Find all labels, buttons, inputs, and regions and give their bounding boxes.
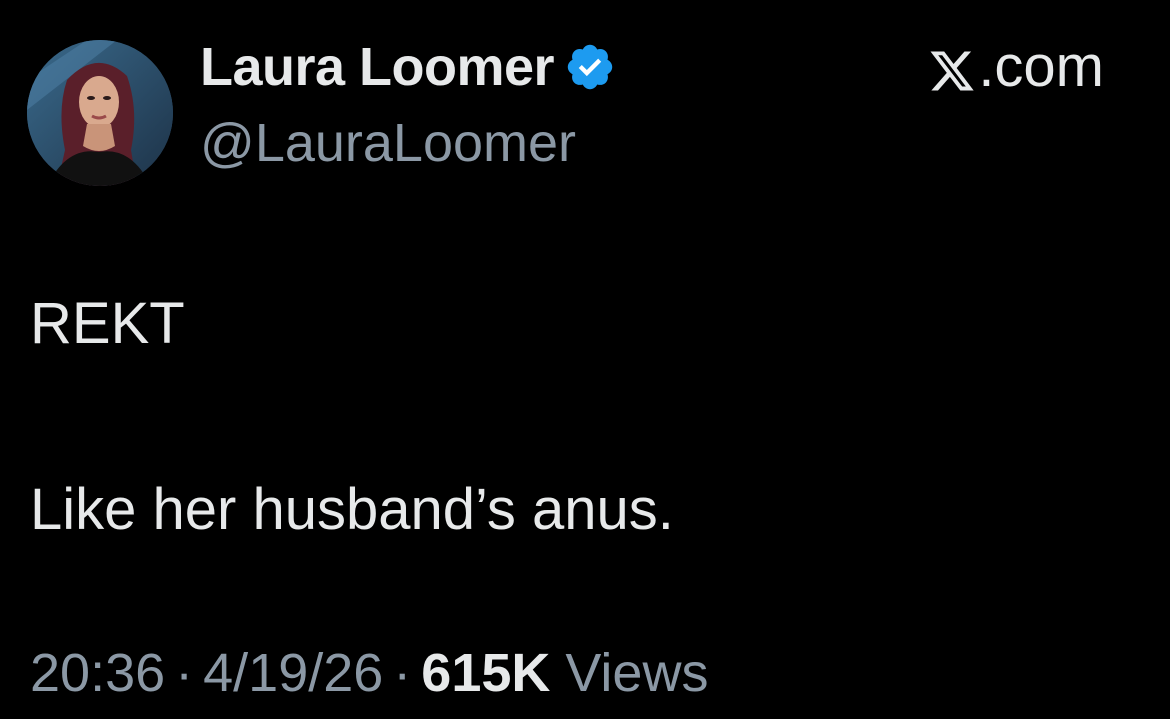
tweet-card: Laura Loomer @LauraLoomer .com REKT Like… <box>0 0 1170 719</box>
brand-watermark: .com <box>928 33 1104 99</box>
meta-separator: · <box>175 643 194 703</box>
verified-badge-icon[interactable] <box>564 41 616 93</box>
display-name-row[interactable]: Laura Loomer <box>200 32 616 102</box>
tweet-date[interactable]: 4/19/26 <box>203 643 383 703</box>
tweet-meta: 20:36 · 4/19/26 · 615K Views <box>30 642 708 704</box>
tweet-text-line-2: Like her husband’s anus. <box>30 477 674 542</box>
avatar[interactable] <box>27 40 173 186</box>
brand-suffix: .com <box>978 33 1104 99</box>
x-logo-icon <box>928 42 976 91</box>
display-name[interactable]: Laura Loomer <box>200 36 555 98</box>
views-label: Views <box>565 643 709 703</box>
tweet-time[interactable]: 20:36 <box>30 643 165 703</box>
views-count[interactable]: 615K <box>421 643 550 703</box>
handle[interactable]: @LauraLoomer <box>200 112 576 174</box>
tweet-text-line-1: REKT <box>30 291 185 356</box>
avatar-photo <box>27 40 173 186</box>
meta-separator: · <box>393 643 412 703</box>
